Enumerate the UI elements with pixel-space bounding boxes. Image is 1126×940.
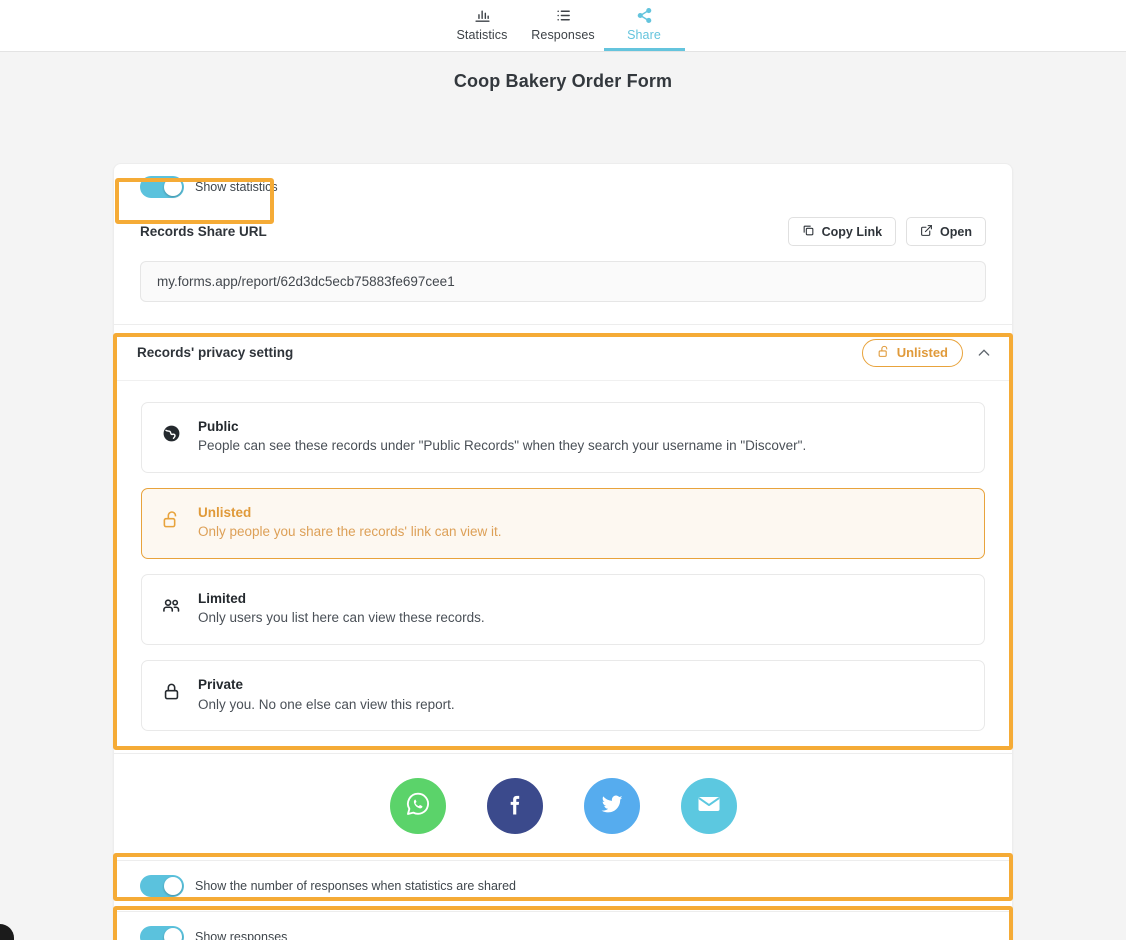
share-card: Show statistics Records Share URL Copy L… — [113, 163, 1013, 940]
copy-link-button[interactable]: Copy Link — [787, 217, 897, 246]
privacy-header: Records' privacy setting Unlisted — [114, 325, 1012, 381]
share-email-button[interactable] — [680, 778, 737, 835]
privacy-badge-label: Unlisted — [896, 345, 948, 360]
privacy-option-public[interactable]: Public People can see these records unde… — [141, 402, 985, 474]
privacy-section: Records' privacy setting Unlisted Public… — [114, 324, 1012, 753]
share-url-section: Show statistics Records Share URL Copy L… — [114, 164, 1012, 324]
tab-share[interactable]: Share — [603, 0, 685, 51]
tab-list: Statistics Responses Share — [442, 0, 685, 51]
show-response-count-toggle[interactable] — [140, 875, 184, 898]
privacy-heading: Records' privacy setting — [137, 345, 294, 360]
privacy-option-desc: Only users you list here can view these … — [198, 610, 485, 626]
privacy-option-name: Private — [198, 677, 244, 693]
url-action-buttons: Copy Link Open — [787, 217, 986, 246]
show-responses-toggle[interactable] — [140, 926, 184, 940]
share-url-value: my.forms.app/report/62d3dc5ecb75883fe697… — [157, 274, 455, 289]
privacy-header-right: Unlisted — [861, 338, 992, 367]
tab-statistics-label: Statistics — [456, 28, 508, 42]
share-icon — [636, 5, 653, 25]
corner-artifact — [0, 924, 14, 940]
privacy-option-desc: Only people you share the records' link … — [198, 524, 502, 540]
privacy-option-private[interactable]: Private Only you. No one else can view t… — [141, 660, 985, 732]
show-responses-label: Show responses — [195, 930, 288, 940]
tab-statistics[interactable]: Statistics — [442, 0, 523, 51]
chevron-up-icon[interactable] — [976, 345, 992, 361]
show-responses-row[interactable]: Show responses — [114, 911, 1012, 940]
bar-chart-icon — [474, 5, 491, 25]
users-icon — [160, 590, 182, 616]
records-share-url-heading: Records Share URL — [140, 224, 267, 239]
show-statistics-label: Show statistics — [195, 180, 278, 194]
unlock-icon — [160, 504, 182, 529]
privacy-status-badge[interactable]: Unlisted — [861, 338, 963, 367]
email-icon — [695, 790, 723, 823]
privacy-option-list: Public People can see these records unde… — [114, 381, 1012, 753]
top-tab-bar: Statistics Responses Share — [0, 0, 1126, 52]
privacy-option-name: Limited — [198, 591, 247, 607]
share-twitter-button[interactable] — [583, 778, 640, 835]
external-link-icon — [920, 224, 933, 240]
copy-link-label: Copy Link — [821, 224, 883, 239]
list-icon — [555, 5, 572, 25]
privacy-option-unlisted[interactable]: Unlisted Only people you share the recor… — [141, 488, 985, 560]
share-whatsapp-button[interactable] — [389, 778, 446, 835]
privacy-option-desc: Only you. No one else can view this repo… — [198, 696, 455, 712]
show-response-count-label: Show the number of responses when statis… — [195, 879, 517, 894]
open-label: Open — [940, 224, 972, 239]
page-body: Coop Bakery Order Form Show statistics R… — [0, 52, 1126, 940]
show-statistics-row[interactable]: Show statistics — [140, 176, 986, 198]
tab-responses-label: Responses — [531, 28, 595, 42]
privacy-option-limited[interactable]: Limited Only users you list here can vie… — [141, 574, 985, 646]
tab-share-label: Share — [627, 28, 661, 42]
show-statistics-toggle[interactable] — [140, 176, 184, 198]
social-share-row — [114, 753, 1012, 860]
globe-icon — [160, 418, 182, 443]
share-url-input[interactable]: my.forms.app/report/62d3dc5ecb75883fe697… — [140, 261, 986, 302]
privacy-option-name: Public — [198, 419, 239, 434]
lock-icon — [160, 676, 182, 701]
whatsapp-icon — [404, 790, 432, 823]
tab-responses[interactable]: Responses — [523, 0, 604, 51]
share-facebook-button[interactable] — [486, 778, 543, 835]
unlock-icon — [877, 345, 890, 361]
privacy-option-name: Unlisted — [198, 505, 252, 521]
page-title: Coop Bakery Order Form — [453, 71, 673, 91]
open-button[interactable]: Open — [906, 217, 986, 246]
facebook-icon — [501, 790, 529, 823]
copy-icon — [802, 224, 815, 240]
privacy-option-desc: People can see these records under "Publ… — [198, 438, 807, 454]
twitter-icon — [598, 790, 626, 823]
show-response-count-row[interactable]: Show the number of responses when statis… — [114, 860, 1012, 911]
url-header-row: Records Share URL Copy Link Open — [140, 217, 986, 246]
